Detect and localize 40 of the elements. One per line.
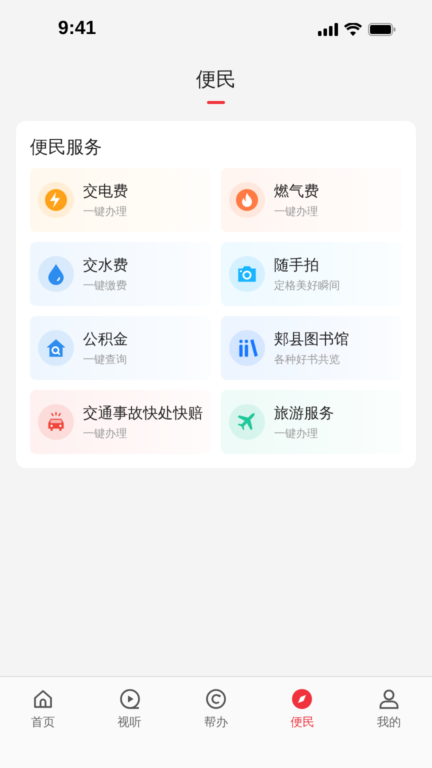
service-name: 旅游服务	[274, 404, 334, 422]
service-subtitle: 定格美好瞬间	[274, 278, 340, 292]
service-tile[interactable]: 旅游服务 一键办理	[221, 390, 402, 454]
refresh-icon	[204, 687, 228, 711]
compass-icon	[290, 687, 314, 711]
service-name: 交通事故快处快赔	[83, 404, 203, 422]
service-name: 公积金	[83, 330, 128, 348]
person-icon	[376, 687, 401, 711]
service-subtitle: 各种好书共览	[274, 352, 341, 366]
service-tile[interactable]: 郏县图书馆 各种好书共览	[221, 316, 402, 380]
tab-item[interactable]: 我的	[346, 687, 432, 731]
service-subtitle: 一键查询	[83, 352, 128, 366]
page-title: 便民	[196, 66, 236, 93]
service-name: 郏县图书馆	[274, 330, 349, 348]
service-name: 燃气费	[274, 182, 319, 200]
service-tile[interactable]: 公积金 一键查询	[30, 316, 211, 380]
service-name: 交电费	[83, 182, 128, 200]
wifi-icon	[344, 22, 362, 36]
tab-item[interactable]: 便民	[259, 687, 346, 731]
tab-item[interactable]: 帮办	[172, 687, 260, 731]
tab-item[interactable]: 视听	[86, 687, 173, 731]
service-tile[interactable]: 交电费 一键办理	[30, 168, 211, 232]
status-time: 9:41	[58, 18, 96, 40]
service-subtitle: 一键办理	[83, 204, 128, 218]
title-underline	[207, 101, 225, 104]
service-tile[interactable]: 燃气费 一键办理	[221, 168, 402, 232]
service-tile[interactable]: 交水费 一键缴费	[30, 242, 211, 306]
service-tile[interactable]: 交通事故快处快赔 一键办理	[30, 390, 211, 454]
tab-item[interactable]: 首页	[0, 687, 86, 731]
signal-icon	[318, 22, 338, 36]
service-name: 交水费	[83, 256, 128, 274]
service-subtitle: 一键办理	[83, 426, 128, 440]
play-icon	[118, 687, 142, 711]
service-subtitle: 一键办理	[274, 204, 319, 218]
section-title: 便民服务	[30, 136, 103, 159]
service-tile[interactable]: 随手拍 定格美好瞬间	[221, 242, 402, 306]
service-name: 随手拍	[274, 256, 320, 274]
battery-icon	[368, 22, 396, 36]
service-subtitle: 一键缴费	[83, 278, 128, 292]
service-subtitle: 一键办理	[274, 426, 319, 440]
